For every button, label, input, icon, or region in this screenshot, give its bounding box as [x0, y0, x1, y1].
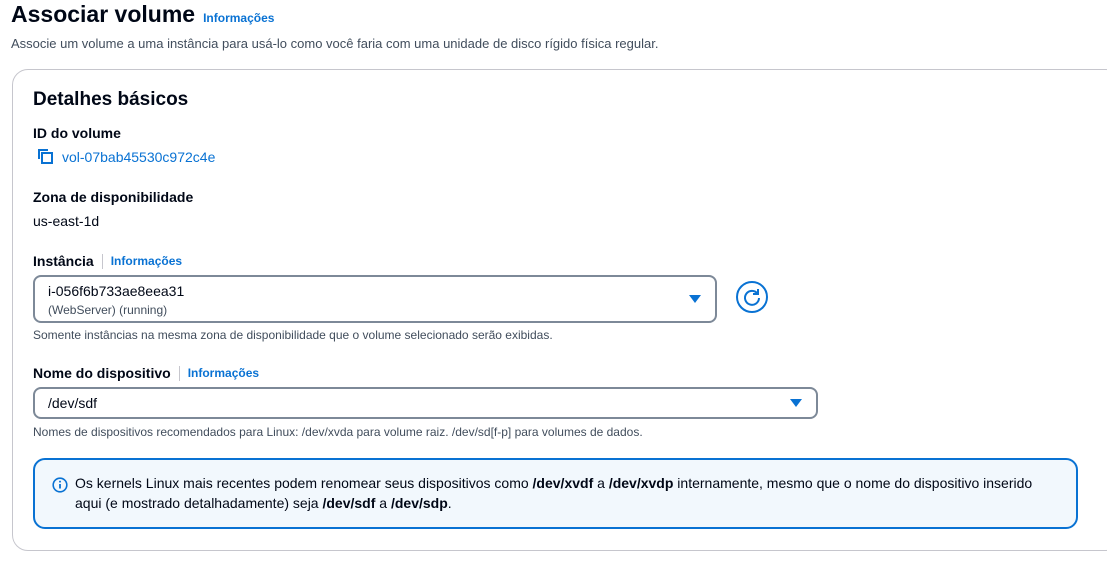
az-value: us-east-1d [33, 213, 100, 229]
page-description: Associe um volume a uma instância para u… [11, 36, 659, 51]
copy-icon[interactable] [37, 148, 54, 165]
refresh-icon [744, 289, 760, 306]
basic-details-container: Detalhes básicos ID do volume vol-07bab4… [12, 69, 1107, 551]
device-select[interactable]: /dev/sdf [33, 387, 818, 419]
title-row: Associar volume Informações [11, 0, 1101, 30]
refresh-button[interactable] [736, 281, 768, 313]
device-info-link[interactable]: Informações [188, 364, 259, 382]
az-label: Zona de disponibilidade [33, 188, 193, 206]
label-divider [101, 253, 103, 269]
label-divider [178, 365, 180, 381]
device-hint: Nomes de dispositivos recomendados para … [33, 425, 643, 439]
alert-text: Os kernels Linux mais recentes podem ren… [75, 473, 1035, 513]
device-select-value: /dev/sdf [48, 395, 98, 411]
instance-select[interactable]: i-056f6b733ae8eea31 (WebServer) (running… [33, 275, 717, 323]
alert-text-bold: /dev/xvdp [608, 475, 674, 491]
device-label: Nome do dispositivo Informações [33, 364, 259, 382]
volume-id-value[interactable]: vol-07bab45530c972c4e [62, 149, 215, 165]
alert-text-bold: /dev/sdf [322, 495, 376, 511]
alert-text-part: a [593, 475, 609, 491]
instance-info-link[interactable]: Informações [111, 252, 182, 270]
caret-down-icon [689, 295, 701, 303]
alert-text-part: Os kernels Linux mais recentes podem ren… [75, 475, 533, 491]
volume-id-label: ID do volume [33, 124, 121, 142]
instance-label-text: Instância [33, 253, 94, 269]
header-info-link[interactable]: Informações [203, 11, 274, 25]
info-alert: Os kernels Linux mais recentes podem ren… [33, 458, 1078, 529]
section-title: Detalhes básicos [33, 89, 189, 110]
volume-id-copy[interactable]: vol-07bab45530c972c4e [37, 148, 215, 165]
alert-text-part: a [375, 495, 391, 511]
info-icon [52, 477, 68, 493]
alert-text-bold: /dev/xvdf [532, 475, 594, 491]
device-label-text: Nome do dispositivo [33, 365, 171, 381]
instance-select-sub: (WebServer) (running) [48, 303, 168, 317]
instance-select-value: i-056f6b733ae8eea31 [48, 283, 185, 299]
volume-id-label-text: ID do volume [33, 125, 121, 141]
page-header: Associar volume Informações Associe um v… [11, 0, 1101, 52]
caret-down-icon [790, 399, 802, 407]
az-label-text: Zona de disponibilidade [33, 189, 194, 205]
instance-hint: Somente instâncias na mesma zona de disp… [33, 328, 553, 342]
alert-text-part: . [447, 495, 452, 511]
alert-text-bold: /dev/sdp [390, 495, 448, 511]
page-title: Associar volume [11, 1, 196, 27]
instance-label: Instância Informações [33, 252, 182, 270]
